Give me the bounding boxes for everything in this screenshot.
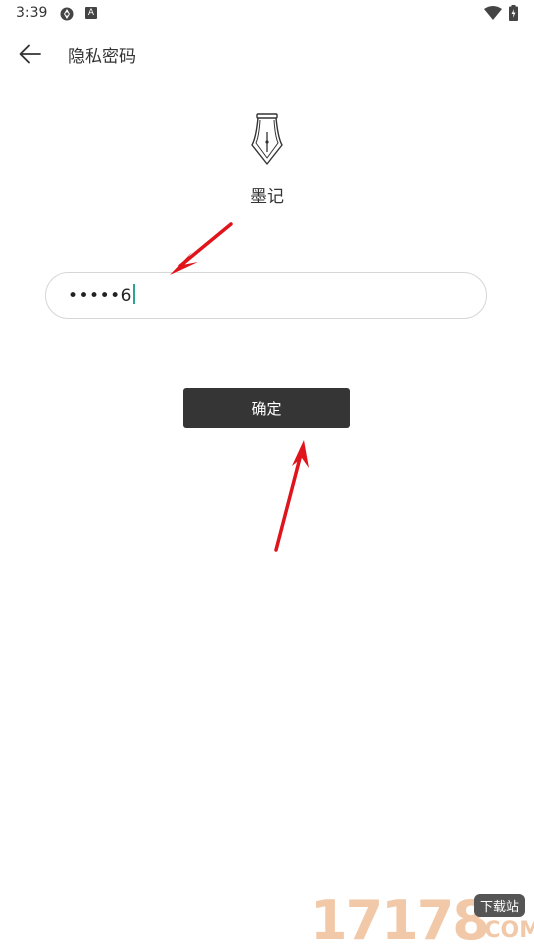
battery-icon (509, 5, 518, 21)
password-input[interactable]: •••••6 (45, 272, 487, 319)
arrow-to-confirm-button (274, 440, 309, 552)
arrow-left-icon (19, 44, 41, 64)
watermark-sub-text: .COM (476, 918, 534, 943)
watermark-badge: 下载站 (474, 894, 526, 917)
page-title: 隐私密码 (68, 47, 136, 67)
back-button[interactable] (14, 40, 46, 68)
status-bar: 3:39 A (0, 0, 534, 28)
text-cursor (132, 284, 135, 304)
status-time: 3:39 (16, 5, 48, 21)
password-value: •••••6 (68, 284, 135, 306)
fountain-pen-icon (251, 113, 283, 165)
watermark-main-text: 17178 (310, 889, 490, 952)
a-badge-icon: A (85, 7, 97, 19)
app-header: 隐私密码 (0, 32, 534, 76)
watermark-logo: 17178 下载站 .COM (310, 888, 534, 950)
sync-icon (60, 7, 74, 21)
masked-text: •••••6 (68, 286, 132, 306)
arrow-to-password-field (170, 222, 233, 275)
wifi-icon (484, 6, 502, 20)
confirm-button[interactable]: 确定 (183, 388, 350, 428)
app-name: 墨记 (250, 187, 284, 207)
